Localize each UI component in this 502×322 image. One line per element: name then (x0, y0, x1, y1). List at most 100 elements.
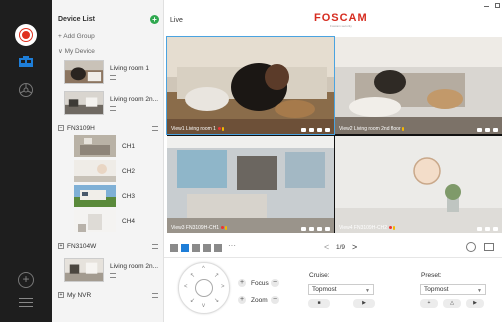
next-page-button[interactable]: > (352, 242, 357, 252)
ptz-up-left-icon[interactable]: ↖ (190, 272, 195, 279)
foscam-logo-icon[interactable] (15, 24, 37, 46)
talk-icon[interactable] (325, 128, 330, 132)
channel-thumbnail (74, 135, 116, 157)
ptz-right-icon[interactable]: > (221, 284, 225, 290)
record-icon[interactable] (477, 227, 482, 231)
device-item-living-room-1[interactable]: Living room 1 (64, 60, 162, 86)
audio-icon[interactable] (317, 227, 322, 231)
group-my-nvr[interactable]: + My NVR (58, 292, 162, 299)
device-name: Living room 2n... (110, 96, 159, 103)
cruise-stop-button[interactable]: ■ (308, 299, 330, 308)
device-settings-icon[interactable] (110, 106, 116, 111)
layout-2x2-icon[interactable] (181, 244, 189, 252)
layout-4x4-icon[interactable] (214, 244, 222, 252)
ptz-control[interactable]: ^ v < > ↖ ↗ ↙ ↘ (178, 262, 230, 314)
add-device-icon[interactable]: + (150, 15, 159, 24)
channel-item-ch1[interactable]: CH1 (74, 135, 162, 159)
fullscreen-icon[interactable] (484, 243, 494, 251)
layout-3x3-icon[interactable] (203, 244, 211, 252)
channel-item-ch2[interactable]: CH2 (74, 160, 162, 184)
layout-1plus5-icon[interactable] (192, 244, 200, 252)
cruise-select[interactable]: Topmost ▼ (308, 284, 374, 295)
snapshot-icon[interactable] (485, 128, 490, 132)
playback-icon[interactable] (18, 82, 34, 98)
minimize-icon[interactable] (484, 6, 489, 7)
ptz-up-icon[interactable]: ^ (202, 266, 205, 272)
add-device-button[interactable]: + (18, 272, 34, 288)
device-list-title: Device List (58, 16, 95, 23)
tile-tools (477, 128, 498, 132)
preset-select[interactable]: Topmost ▼ (420, 284, 486, 295)
record-icon[interactable] (301, 227, 306, 231)
device-settings-icon[interactable] (110, 75, 116, 80)
audio-icon[interactable] (493, 128, 498, 132)
delete-preset-icon[interactable]: △ (443, 299, 461, 308)
device-item-living-room-2b[interactable]: Living room 2n... (64, 258, 162, 284)
snapshot-icon[interactable] (485, 227, 490, 231)
group-label: My NVR (67, 292, 92, 299)
brand-tagline: Foscam security (330, 24, 352, 28)
group-fn3109h[interactable]: − FN3109H (58, 125, 162, 132)
prev-page-button[interactable]: < (324, 242, 329, 252)
chevron-down-icon: ▼ (477, 288, 482, 294)
channel-thumbnail (74, 210, 116, 232)
add-group-button[interactable]: + Add Group (58, 33, 170, 40)
zoom-in-button[interactable]: + (238, 296, 246, 304)
talk-icon[interactable] (325, 227, 330, 231)
ptz-center-icon[interactable] (195, 279, 213, 297)
group-label: FN3109H (67, 125, 95, 132)
live-view-icon[interactable] (18, 56, 34, 68)
snapshot-all-icon[interactable] (466, 242, 476, 252)
ptz-down-icon[interactable]: v (202, 303, 205, 309)
video-frame (335, 37, 502, 134)
channel-item-ch3[interactable]: CH3 (74, 185, 162, 209)
my-device-group[interactable]: ∨ My Device (58, 47, 170, 55)
channel-name: CH3 (122, 193, 136, 200)
video-tile-1[interactable]: View1 Living room 1 (166, 36, 335, 135)
focus-in-button[interactable]: + (238, 279, 246, 287)
device-name: Living room 1 (110, 65, 150, 72)
record-icon[interactable] (301, 128, 306, 132)
group-fn3104w[interactable]: + FN3104W (58, 243, 162, 250)
device-item-living-room-2[interactable]: Living room 2n... (64, 91, 162, 117)
add-preset-button[interactable]: + (420, 299, 438, 308)
record-icon[interactable] (477, 128, 482, 132)
maximize-icon[interactable] (495, 3, 500, 8)
expand-icon[interactable]: + (58, 292, 64, 299)
group-settings-icon[interactable] (152, 126, 158, 131)
mic-icon (392, 225, 395, 230)
more-layouts-button[interactable]: ··· (228, 241, 236, 250)
video-tile-3[interactable]: View3 FN3109H-CH1 (167, 136, 334, 233)
device-thumbnail (64, 60, 104, 84)
tile-caption: View2 Living room 2nd floor (339, 126, 404, 132)
menu-icon[interactable] (19, 298, 33, 308)
go-preset-button[interactable]: ▶ (466, 299, 484, 308)
tile-caption: View4 FN3109H-CH2 (339, 225, 395, 231)
cruise-start-button[interactable]: ▶ (353, 299, 375, 308)
top-bar: Live FOSCAM Foscam security (164, 0, 502, 36)
video-tile-4[interactable]: View4 FN3109H-CH2 (335, 136, 502, 233)
layout-1x1-icon[interactable] (170, 244, 178, 252)
ptz-down-left-icon[interactable]: ↙ (190, 297, 195, 304)
device-settings-icon[interactable] (110, 273, 116, 278)
audio-icon[interactable] (317, 128, 322, 132)
group-settings-icon[interactable] (152, 293, 158, 298)
ptz-down-right-icon[interactable]: ↘ (214, 297, 219, 304)
audio-icon[interactable] (493, 227, 498, 231)
ptz-up-right-icon[interactable]: ↗ (214, 272, 219, 279)
layout-toolbar: ··· < 1/9 > (164, 236, 502, 258)
video-tile-2[interactable]: View2 Living room 2nd floor (335, 37, 502, 134)
collapse-icon[interactable]: − (58, 125, 64, 132)
zoom-out-button[interactable]: − (271, 296, 279, 304)
snapshot-icon[interactable] (309, 128, 314, 132)
focus-out-button[interactable]: − (271, 279, 279, 287)
expand-icon[interactable]: + (58, 243, 64, 250)
channel-item-ch4[interactable]: CH4 (74, 210, 162, 234)
channel-name: CH4 (122, 218, 136, 225)
group-settings-icon[interactable] (152, 244, 158, 249)
tile-tools (301, 227, 330, 231)
focus-label: Focus (251, 280, 269, 287)
snapshot-icon[interactable] (309, 227, 314, 231)
mic-icon (221, 126, 224, 131)
ptz-left-icon[interactable]: < (184, 284, 188, 290)
